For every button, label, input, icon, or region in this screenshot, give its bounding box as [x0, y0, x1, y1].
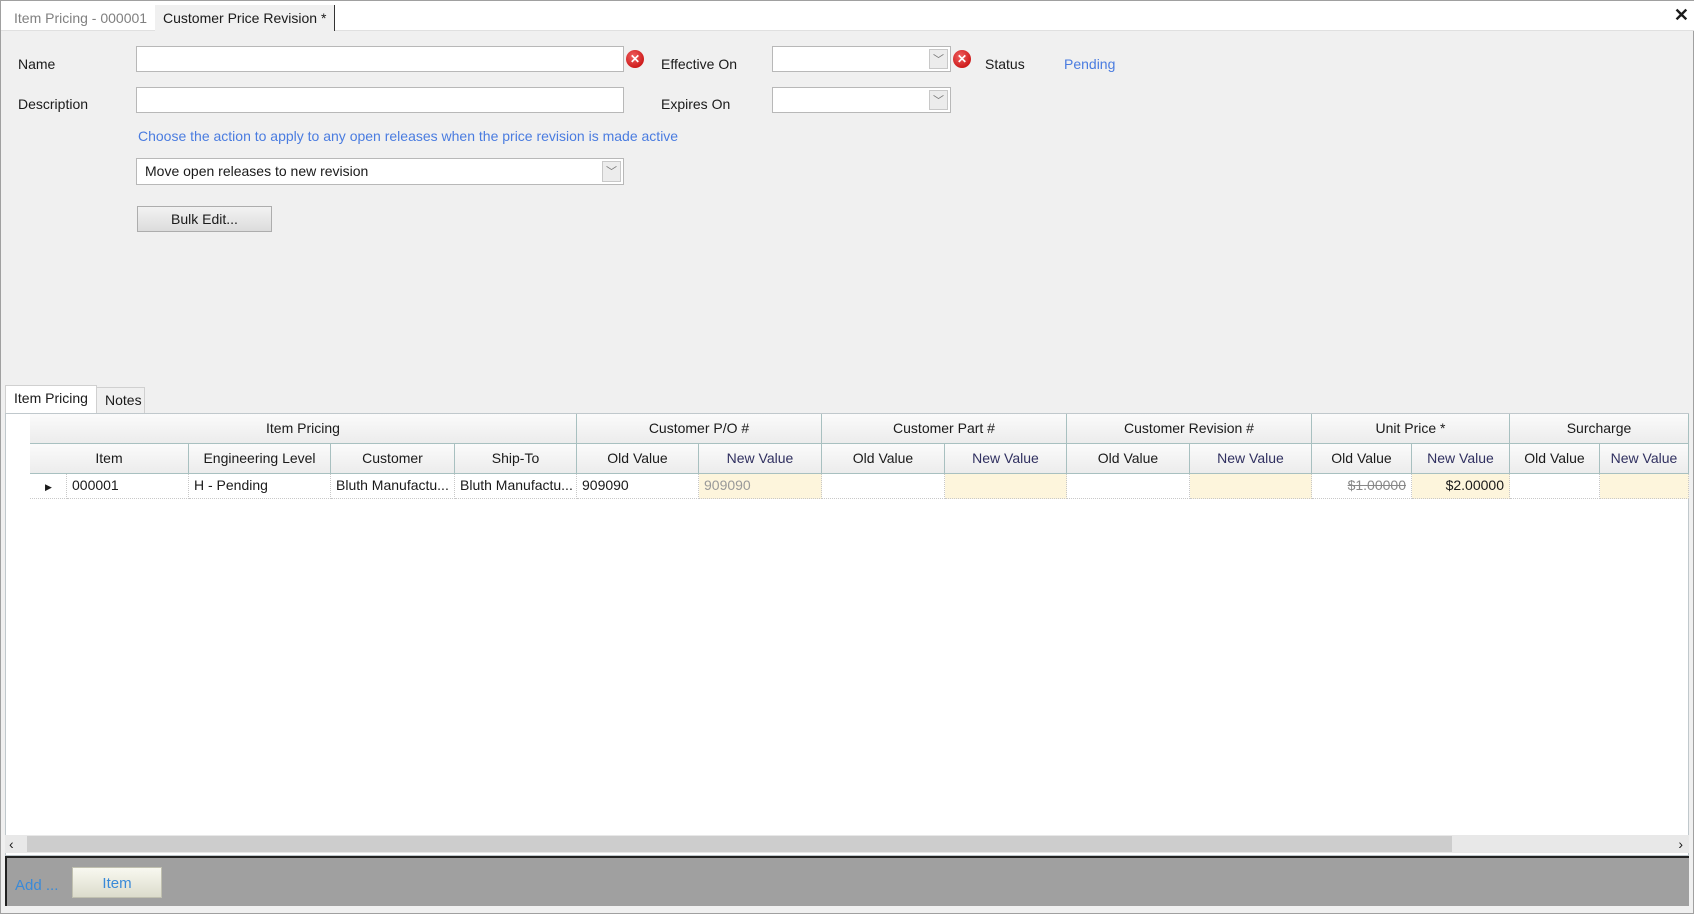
description-input[interactable] — [136, 87, 624, 113]
column-header[interactable]: Ship-To — [455, 444, 577, 474]
table-cell[interactable]: 909090 — [699, 474, 822, 499]
error-icon: ✕ — [626, 50, 644, 68]
column-group-header: Unit Price * — [1312, 414, 1510, 444]
tab-item-pricing[interactable]: Item Pricing — [5, 385, 97, 413]
scroll-left-icon[interactable]: ‹ — [9, 835, 14, 853]
column-group-header: Customer P/O # — [577, 414, 822, 444]
chevron-down-icon[interactable]: ﹀ — [602, 161, 621, 182]
name-label: Name — [18, 56, 56, 72]
column-header[interactable]: Engineering Level — [189, 444, 331, 474]
column-header[interactable]: Old Value — [1312, 444, 1412, 474]
column-header[interactable]: New Value — [699, 444, 822, 474]
tab-notes[interactable]: Notes — [96, 387, 145, 413]
chevron-down-icon[interactable]: ﹀ — [929, 49, 948, 69]
table-cell[interactable] — [1510, 474, 1600, 499]
table-cell[interactable]: 909090 — [577, 474, 699, 499]
table-cell[interactable] — [1067, 474, 1190, 499]
column-header[interactable]: Old Value — [577, 444, 699, 474]
column-header[interactable]: Item — [30, 444, 189, 474]
expires-on-label: Expires On — [661, 96, 731, 112]
status-value: Pending — [1064, 56, 1116, 72]
column-group-header: Customer Revision # — [1067, 414, 1312, 444]
expires-on-picker[interactable]: ﹀ — [772, 87, 951, 113]
column-header[interactable]: Old Value — [1067, 444, 1190, 474]
table-cell[interactable]: Bluth Manufactu... — [455, 474, 577, 499]
status-label: Status — [985, 56, 1025, 72]
table-cell[interactable]: H - Pending — [189, 474, 331, 499]
column-header[interactable]: Old Value — [1510, 444, 1600, 474]
tab-customer-price-revision[interactable]: Customer Price Revision * — [155, 5, 336, 31]
column-group-header: Customer Part # — [822, 414, 1067, 444]
column-header[interactable]: New Value — [1412, 444, 1510, 474]
description-label: Description — [18, 96, 89, 112]
column-group-header: Surcharge — [1510, 414, 1689, 444]
row-selector[interactable]: ▶ — [30, 474, 67, 499]
table-cell[interactable]: Bluth Manufactu... — [331, 474, 455, 499]
effective-on-label: Effective On — [661, 56, 738, 72]
bulk-edit-button[interactable]: Bulk Edit... — [137, 206, 272, 232]
scrollbar-thumb[interactable] — [27, 836, 1452, 852]
release-action-hint: Choose the action to apply to any open r… — [138, 128, 679, 144]
add-item-button[interactable]: Item — [72, 867, 162, 898]
add-label: Add ... — [15, 877, 59, 894]
table-cell[interactable]: 000001 — [67, 474, 189, 499]
table-cell[interactable]: $2.00000 — [1412, 474, 1510, 499]
release-action-value: Move open releases to new revision — [145, 163, 369, 179]
document-tab-strip: Item Pricing - 000001 Customer Price Rev… — [1, 1, 1694, 31]
effective-on-picker[interactable]: ﹀ — [772, 46, 951, 72]
column-header[interactable]: New Value — [1190, 444, 1312, 474]
chevron-down-icon[interactable]: ﹀ — [929, 90, 948, 110]
footer-toolbar: Add ... Item — [5, 856, 1689, 906]
table-cell[interactable] — [1600, 474, 1689, 499]
table-cell[interactable]: $1.00000 — [1312, 474, 1412, 499]
table-cell[interactable] — [945, 474, 1067, 499]
item-pricing-grid[interactable]: Item Pricing Customer P/O # Customer Part … — [5, 413, 1689, 856]
current-row-icon: ▶ — [45, 482, 52, 492]
column-header[interactable]: Old Value — [822, 444, 945, 474]
table-cell[interactable] — [1190, 474, 1312, 499]
error-icon: ✕ — [953, 50, 971, 68]
tab-item-pricing-000001[interactable]: Item Pricing - 000001 — [6, 5, 155, 31]
name-input[interactable] — [136, 46, 624, 72]
column-header[interactable]: New Value — [1600, 444, 1689, 474]
scroll-right-icon[interactable]: › — [1678, 835, 1683, 853]
release-action-select[interactable]: Move open releases to new revision ﹀ — [136, 158, 624, 185]
column-group-header: Item Pricing — [30, 414, 577, 444]
column-header[interactable]: Customer — [331, 444, 455, 474]
close-icon[interactable]: ✕ — [1674, 5, 1689, 26]
table-cell[interactable] — [822, 474, 945, 499]
column-header[interactable]: New Value — [945, 444, 1067, 474]
horizontal-scrollbar[interactable]: ‹ › — [5, 835, 1689, 853]
